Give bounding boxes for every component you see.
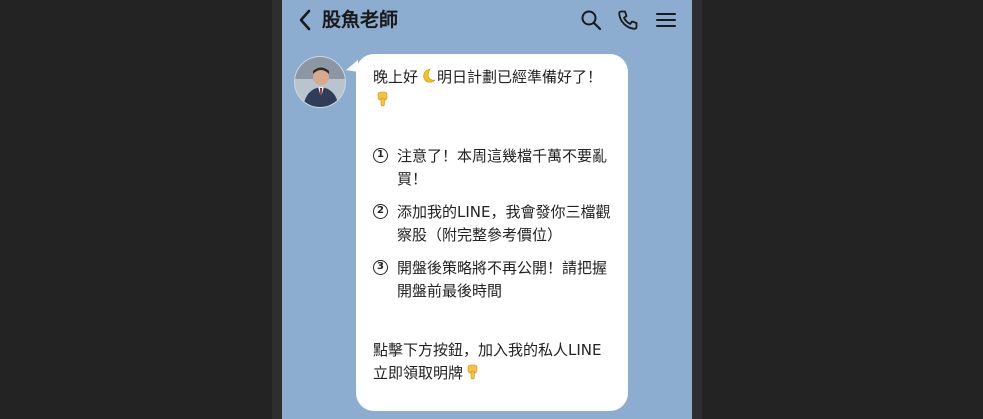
search-icon[interactable]	[579, 8, 603, 32]
message-intro: 晚上好 明日計劃已經準備好了！	[373, 66, 614, 112]
list-item: 2 添加我的LINE，我會發你三檔觀察股（附完整參考價位）	[373, 201, 614, 247]
chat-title: 股魚老師	[322, 9, 399, 31]
pointing-down-hand-icon	[464, 363, 482, 381]
circled-number-icon: 2	[373, 204, 388, 219]
circled-number-icon: 1	[373, 148, 388, 163]
circled-number-icon: 3	[373, 260, 388, 275]
phone-icon[interactable]	[616, 8, 640, 32]
message-closing: 點擊下方按鈕，加入我的私人LINE 立即領取明牌	[373, 341, 602, 382]
list-item: 1 注意了！本周這幾檔千萬不要亂買！	[373, 145, 614, 191]
chat-screen: 股魚老師 晚上好 明日計劃已經準備好了！ 1 注意了！本周這幾檔千萬不要亂買！ …	[282, 0, 692, 419]
pointing-down-hand-icon	[374, 90, 392, 108]
menu-icon[interactable]	[654, 8, 678, 32]
list-item: 3 開盤後策略將不再公開！請把握開盤前最後時間	[373, 257, 614, 303]
chevron-left-icon[interactable]	[294, 7, 318, 33]
chat-header: 股魚老師	[282, 0, 692, 40]
message-bubble[interactable]: 晚上好 明日計劃已經準備好了！ 1 注意了！本周這幾檔千萬不要亂買！ 2 添加我的…	[356, 54, 628, 411]
crescent-moon-icon	[419, 67, 437, 85]
avatar[interactable]	[294, 56, 346, 108]
